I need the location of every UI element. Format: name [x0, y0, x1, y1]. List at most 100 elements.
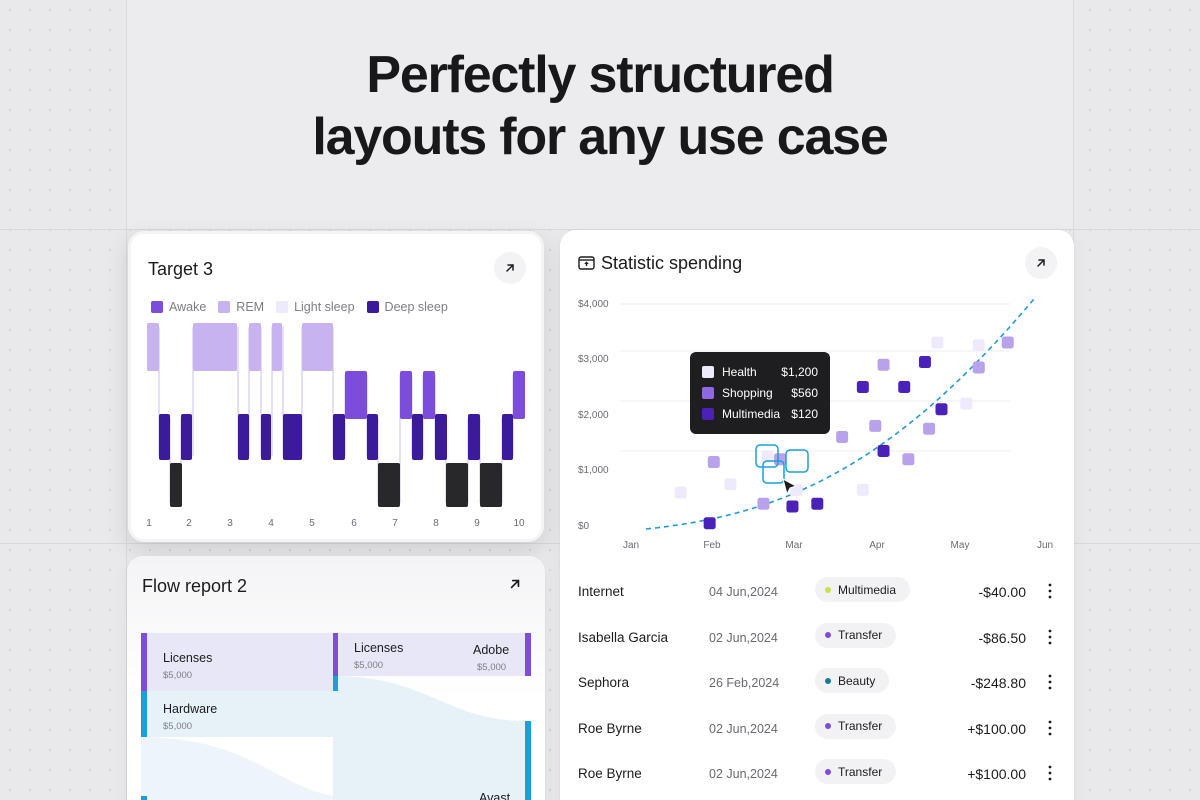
- category-label: Multimedia: [838, 582, 897, 597]
- sleep-block-awake: [513, 371, 525, 419]
- flow-node-bar: [141, 796, 147, 800]
- scatter-point-multimedia[interactable]: [786, 500, 799, 513]
- category-pill: Beauty: [815, 668, 890, 693]
- more-vertical-icon[interactable]: [1044, 580, 1056, 602]
- scatter-point-shopping[interactable]: [902, 453, 915, 466]
- sleep-block-awake: [400, 371, 412, 419]
- scatter-point-health[interactable]: [972, 339, 985, 352]
- sleep-block-rem: [302, 323, 333, 371]
- scatter-point-health[interactable]: [960, 397, 973, 410]
- sleep-block-awake: [423, 371, 435, 419]
- transaction-list: Internet 04 Jun,2024 Multimedia -$40.00 …: [578, 570, 1062, 798]
- transaction-date: 02 Jun,2024: [709, 767, 778, 781]
- transaction-row[interactable]: Internet 04 Jun,2024 Multimedia -$40.00: [578, 570, 1062, 616]
- x-tick-label: Apr: [869, 540, 885, 551]
- scatter-point-shopping[interactable]: [877, 358, 890, 371]
- more-vertical-icon[interactable]: [1044, 762, 1056, 784]
- transaction-row[interactable]: Sephora 26 Feb,2024 Beauty -$248.80: [578, 661, 1062, 707]
- transaction-name: Isabella Garcia: [578, 629, 669, 645]
- flow-band-lower: [141, 737, 333, 800]
- flow-report-card: Flow report 2 Licenses $5,000 Hardware $…: [127, 556, 545, 800]
- scatter-point-health[interactable]: [856, 483, 869, 496]
- flow-node-label: Licenses: [354, 641, 404, 655]
- hero-line-1: Perfectly structured: [366, 46, 834, 104]
- category-pill: Multimedia: [815, 577, 911, 602]
- flow-node-label: Adobe: [473, 643, 510, 657]
- tooltip-row: Multimedia $120: [702, 403, 818, 424]
- sleep-block-rem: [272, 323, 282, 371]
- x-tick-label: May: [951, 540, 970, 551]
- scatter-point-health[interactable]: [724, 478, 737, 491]
- transaction-name: Sephora: [578, 675, 630, 690]
- sleep-block-awake: [345, 371, 367, 419]
- scatter-point-multimedia[interactable]: [877, 444, 890, 457]
- flow-node-label: Licenses: [163, 651, 213, 665]
- transaction-date: 02 Jun,2024: [709, 721, 778, 736]
- sleep-block-deep: [261, 414, 271, 460]
- category-dot: [825, 586, 831, 593]
- transaction-row[interactable]: Roe Byrne 02 Jun,2024 Transfer +$100.00: [578, 752, 1062, 798]
- scatter-point-multimedia[interactable]: [811, 497, 824, 510]
- scatter-point-shopping[interactable]: [1001, 336, 1014, 349]
- y-tick-label: $1,000: [578, 465, 609, 476]
- x-tick-label: Jun: [1037, 540, 1053, 551]
- flow-band-to-avast: [333, 676, 525, 800]
- scatter-point-shopping[interactable]: [707, 456, 720, 469]
- x-tick-label: 4: [268, 518, 274, 529]
- scatter-point-shopping[interactable]: [869, 419, 882, 432]
- x-tick-label: 8: [433, 518, 439, 529]
- sleep-block-deep: [412, 414, 423, 460]
- sleep-x-axis: 1 2 3 4 5 6 7 8 9 10: [146, 518, 525, 529]
- sleep-block-rem: [147, 323, 159, 371]
- scatter-point-multimedia[interactable]: [856, 381, 869, 393]
- scatter-point-multimedia[interactable]: [703, 517, 716, 530]
- scatter-point-shopping[interactable]: [757, 497, 770, 510]
- chart-tooltip: Health $1,200 Shopping $560 Multimedia $…: [690, 352, 830, 434]
- transaction-amount: +$100.00: [967, 766, 1026, 782]
- y-axis: $4,000 $3,000 $2,000 $1,000 $0: [578, 299, 609, 532]
- hero-line-2: layouts for any use case: [312, 108, 888, 166]
- more-vertical-icon[interactable]: [1044, 717, 1056, 739]
- category-dot: [825, 677, 831, 684]
- scatter-point-health[interactable]: [674, 486, 687, 499]
- scatter-point-multimedia[interactable]: [898, 381, 911, 393]
- scatter-point-multimedia[interactable]: [918, 355, 931, 368]
- scatter-point-health[interactable]: [931, 336, 944, 349]
- x-tick-label: Feb: [703, 540, 721, 551]
- sleep-block-deep: [502, 414, 513, 460]
- transaction-date: 26 Feb,2024: [709, 676, 780, 690]
- transaction-row[interactable]: Roe Byrne 02 Jun,2024 Transfer +$100.00: [578, 707, 1062, 753]
- flow-node-bar: [525, 633, 531, 676]
- sleep-block-deep: [468, 414, 480, 460]
- category-pill: Transfer: [815, 713, 897, 739]
- y-tick-label: $0: [578, 521, 590, 532]
- tooltip-swatch: [702, 365, 714, 378]
- more-vertical-icon[interactable]: [1044, 671, 1056, 693]
- tooltip-swatch: [702, 407, 714, 420]
- flow-node-label: Hardware: [163, 702, 218, 716]
- sleep-block-deep: [367, 414, 378, 460]
- scatter-point-multimedia[interactable]: [935, 403, 948, 416]
- tooltip-value: $560: [791, 385, 818, 400]
- sleep-block-black: [378, 463, 400, 507]
- y-tick-label: $2,000: [578, 410, 609, 421]
- category-pill: Transfer: [815, 622, 897, 648]
- transaction-row[interactable]: Isabella Garcia 02 Jun,2024 Transfer -$8…: [578, 616, 1062, 662]
- transaction-name: Internet: [578, 584, 624, 599]
- hero-heading: Perfectly structured layouts for any use…: [0, 44, 1200, 168]
- more-vertical-icon[interactable]: [1044, 626, 1056, 648]
- transaction-name: Roe Byrne: [578, 766, 642, 781]
- sleep-block-black: [480, 463, 502, 507]
- scatter-point-shopping[interactable]: [836, 431, 849, 444]
- category-label: Transfer: [838, 719, 883, 733]
- sleep-block-rem: [193, 323, 237, 371]
- x-axis: Jan Feb Mar Apr May Jun: [623, 540, 1053, 551]
- transaction-amount: -$40.00: [978, 584, 1026, 600]
- category-label: Beauty: [838, 673, 876, 688]
- sleep-block-deep: [238, 414, 249, 460]
- scatter-point-shopping[interactable]: [923, 422, 936, 435]
- flow-node-label: Avast: [479, 791, 511, 800]
- scatter-point-shopping[interactable]: [972, 361, 985, 374]
- category-dot: [825, 632, 831, 638]
- sleep-block-rem: [249, 323, 261, 371]
